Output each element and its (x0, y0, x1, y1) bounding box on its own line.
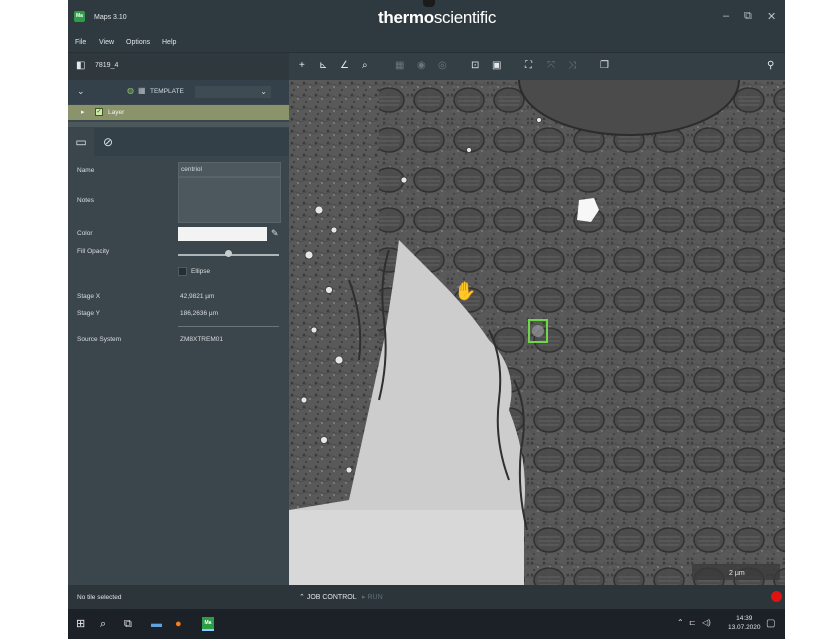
stage-y-label: Stage Y (77, 310, 101, 317)
layer-row[interactable]: ▸ ✓ Layer (68, 105, 289, 120)
stage-x-value: 42,9821 µm (180, 293, 215, 300)
notifications-icon[interactable]: ▢ (766, 618, 775, 629)
firefox-icon[interactable]: ● (175, 618, 182, 630)
template-label: TEMPLATE (150, 88, 184, 95)
ruler-icon[interactable]: ⊾ (319, 60, 327, 72)
close-button[interactable]: ✕ (767, 10, 776, 23)
compass-icon: ⊘ (102, 135, 114, 149)
title-bar: Ma Maps 3.10 thermoscientific – ⧉ ✕ (68, 0, 785, 36)
eyedropper-icon[interactable]: ✎ (271, 228, 279, 239)
document-icon[interactable]: ▣ (492, 60, 501, 72)
dropdown-arrow-icon: ⌄ (260, 87, 267, 96)
add-icon[interactable]: + (299, 60, 305, 72)
app-title: Maps 3.10 (94, 14, 127, 21)
minimize-button[interactable]: – (723, 10, 729, 22)
layer-checkbox[interactable]: ✓ (95, 108, 103, 116)
network-icon[interactable]: ⊏ (689, 618, 696, 627)
name-value: centriol (181, 166, 202, 173)
clock[interactable]: 14:39 13.07.2020 (728, 614, 761, 632)
fill-opacity-thumb[interactable] (225, 250, 232, 257)
taskbar: ⊞ ⌕ ⧉ ▬ ● Ma ⌃ ⊏ ◁) 14:39 13.07.2020 ▢ (68, 609, 785, 639)
maps-taskbar-icon[interactable]: Ma (202, 617, 214, 631)
name-label: Name (77, 167, 95, 174)
expand-arrow-icon[interactable]: ▸ (81, 108, 85, 116)
search-icon[interactable]: ⌕ (100, 618, 106, 630)
status-bar: No tile selected ⌃ JOB CONTROL ▸ RUN (68, 585, 785, 609)
comment-icon: ▭ (75, 135, 87, 149)
run-button[interactable]: ▸ RUN (362, 593, 383, 601)
task-view-icon[interactable]: ⧉ (124, 618, 132, 630)
name-input[interactable]: centriol (178, 162, 281, 177)
menu-options[interactable]: Options (126, 39, 150, 46)
notes-label: Notes (77, 197, 94, 204)
tab-navigation[interactable]: ⊘ (95, 128, 121, 156)
maximize-button[interactable]: ⧉ (744, 10, 752, 23)
image-canvas[interactable]: ✋ 2 µm (289, 80, 785, 585)
layer-type-icon: ◍ (127, 86, 134, 95)
file-explorer-icon[interactable]: ▬ (151, 618, 162, 630)
camera-notch (423, 0, 435, 7)
window-icon[interactable]: ❐ (600, 60, 609, 72)
notes-input[interactable] (178, 177, 281, 223)
grid-icon[interactable]: ▦ (395, 60, 404, 72)
scale-bar-label: 2 µm (729, 570, 745, 577)
fit-icon[interactable]: ⛶ (525, 60, 532, 72)
project-bar: ◧ 7819_4 (68, 53, 289, 80)
collapse-icon[interactable]: ⤨ (568, 60, 576, 72)
menu-help[interactable]: Help (162, 39, 176, 46)
property-tabs: ▭ ⊘ (68, 128, 289, 156)
tile-status: No tile selected (77, 594, 122, 601)
app-logo-icon: Ma (74, 11, 85, 22)
color-label: Color (77, 230, 93, 237)
stack-icon[interactable]: ◉ (417, 60, 426, 72)
job-control-button[interactable]: ⌃ JOB CONTROL (299, 593, 357, 601)
windows-start-icon[interactable]: ⊞ (76, 618, 85, 630)
target-icon[interactable]: ◎ (438, 60, 447, 72)
angle-icon[interactable]: ∠ (340, 60, 349, 72)
template-dropdown[interactable]: ⌄ (195, 86, 271, 98)
properties-sidebar: ⌄ ◍ ▦ TEMPLATE ⌄ ▸ ✓ Layer ▭ ⊘ Name cent… (68, 80, 289, 585)
project-name: 7819_4 (95, 62, 119, 69)
fill-opacity-label: Fill Opacity (77, 248, 110, 255)
stage-y-value: 186,2636 µm (180, 310, 219, 317)
grid-icon: ▦ (138, 86, 146, 95)
tray-chevron-icon[interactable]: ⌃ (677, 618, 684, 627)
record-indicator[interactable] (771, 591, 782, 602)
stage-x-label: Stage X (77, 293, 101, 300)
menu-file[interactable]: File (75, 39, 86, 46)
tree-icon[interactable]: ⚲ (767, 60, 774, 72)
screen: Ma Maps 3.10 thermoscientific – ⧉ ✕ File… (68, 0, 785, 639)
search-icon[interactable]: ⌕ (362, 60, 368, 72)
menu-view[interactable]: View (99, 39, 114, 46)
divider (68, 122, 289, 127)
volume-icon[interactable]: ◁) (702, 618, 711, 627)
divider (178, 326, 279, 327)
menu-bar: File View Options Help (68, 36, 785, 52)
chevron-down-icon[interactable]: ⌄ (77, 86, 85, 97)
expand-icon[interactable]: ⤧ (547, 60, 555, 72)
status-left: No tile selected (68, 585, 289, 609)
source-system-value: ZM8XTREM01 (180, 336, 223, 343)
panel-toggle-icon[interactable]: ◧ (76, 60, 85, 72)
ellipse-label: Ellipse (191, 268, 211, 275)
brand-logo: thermoscientific (378, 8, 497, 27)
hand-cursor-icon: ✋ (454, 280, 476, 302)
color-swatch[interactable] (178, 227, 267, 241)
source-system-label: Source System (77, 336, 122, 343)
import-icon[interactable]: ⊡ (471, 60, 479, 72)
ellipse-checkbox[interactable] (178, 267, 187, 276)
toolbar: ◧ 7819_4 + ⊾ ∠ ⌕ ▦ ◉ ◎ ⊡ ▣ ⛶ ⤧ ⤨ ❐ ⚲ (68, 52, 785, 80)
layer-header: ⌄ ◍ ▦ TEMPLATE ⌄ (68, 80, 289, 104)
micrograph[interactable]: ✋ 2 µm (289, 80, 785, 585)
layer-name: Layer (108, 109, 125, 116)
tab-comments[interactable]: ▭ (68, 128, 94, 156)
